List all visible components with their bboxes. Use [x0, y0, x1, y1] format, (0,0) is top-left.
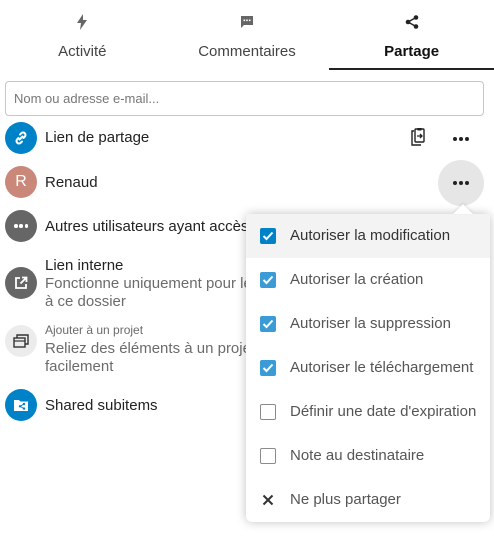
internal-link-description-2: à ce dossier — [45, 293, 126, 310]
tab-comments-label: Commentaires — [198, 43, 296, 60]
tab-activity[interactable]: Activité — [0, 0, 165, 70]
tab-sharing-label: Partage — [384, 43, 440, 60]
note-to-recipient-label: Note au destinataire — [290, 447, 425, 464]
allow-delete-option[interactable]: Autoriser la suppression — [246, 302, 490, 346]
clipboard-icon — [410, 127, 426, 151]
add-to-project-description-2: facilement — [45, 358, 114, 375]
internal-link-description: Fonctionne uniquement pour le — [45, 275, 252, 292]
checkbox-unchecked-icon[interactable] — [260, 404, 276, 420]
checkbox-checked-icon[interactable] — [260, 316, 276, 332]
lightning-icon — [0, 12, 165, 32]
project-icon — [5, 325, 37, 357]
folder-share-icon — [5, 389, 37, 421]
internal-link-title: Lien interne — [45, 257, 124, 274]
tab-sharing[interactable]: Partage — [329, 0, 494, 70]
menu-arrow — [453, 204, 473, 214]
allow-create-label: Autoriser la création — [290, 271, 424, 288]
tab-bar: Activité Commentaires Partage — [0, 0, 494, 70]
allow-edit-label: Autoriser la modification — [290, 227, 451, 244]
more-icon — [5, 210, 37, 242]
checkbox-checked-icon[interactable] — [260, 272, 276, 288]
allow-edit-option[interactable]: Autoriser la modification — [246, 214, 490, 258]
add-to-project-label: Ajouter à un projet — [45, 323, 144, 337]
add-to-project-description: Reliez des éléments à un projet — [45, 340, 256, 357]
checkbox-checked-icon[interactable] — [260, 360, 276, 376]
share-link-menu-button[interactable] — [446, 128, 476, 150]
others-access-title: Autres utilisateurs ayant accès — [45, 218, 249, 235]
share-link-row: Lien de partage — [0, 121, 494, 155]
avatar: R — [5, 166, 37, 198]
checkbox-unchecked-icon[interactable] — [260, 448, 276, 464]
set-expiration-label: Définir une date d'expiration — [290, 403, 477, 420]
share-options-menu: Autoriser la modification Autoriser la c… — [246, 214, 490, 522]
close-icon — [260, 492, 276, 508]
allow-create-option[interactable]: Autoriser la création — [246, 258, 490, 302]
checkbox-checked-icon[interactable] — [260, 228, 276, 244]
allow-delete-label: Autoriser la suppression — [290, 315, 451, 332]
share-link-title: Lien de partage — [45, 129, 150, 146]
note-to-recipient-option[interactable]: Note au destinataire — [246, 434, 490, 478]
allow-download-label: Autoriser le téléchargement — [290, 359, 474, 376]
comment-icon — [165, 12, 330, 32]
tab-activity-label: Activité — [58, 43, 107, 60]
share-search-input[interactable] — [5, 81, 484, 116]
set-expiration-option[interactable]: Définir une date d'expiration — [246, 390, 490, 434]
tab-comments[interactable]: Commentaires — [165, 0, 330, 70]
unshare-label: Ne plus partager — [290, 491, 401, 508]
allow-download-option[interactable]: Autoriser le téléchargement — [246, 346, 490, 390]
share-user-row: R Renaud — [0, 160, 494, 206]
unshare-option[interactable]: Ne plus partager — [246, 478, 490, 522]
more-icon — [453, 181, 469, 185]
external-link-icon — [5, 267, 37, 299]
share-icon — [329, 12, 494, 32]
shared-subitems-title: Shared subitems — [45, 397, 158, 414]
copy-link-button[interactable] — [407, 127, 429, 151]
more-icon — [453, 137, 469, 141]
avatar-initial: R — [15, 173, 27, 190]
share-user-menu-button[interactable] — [438, 160, 484, 206]
share-user-name: Renaud — [45, 174, 98, 191]
link-icon — [5, 122, 37, 154]
